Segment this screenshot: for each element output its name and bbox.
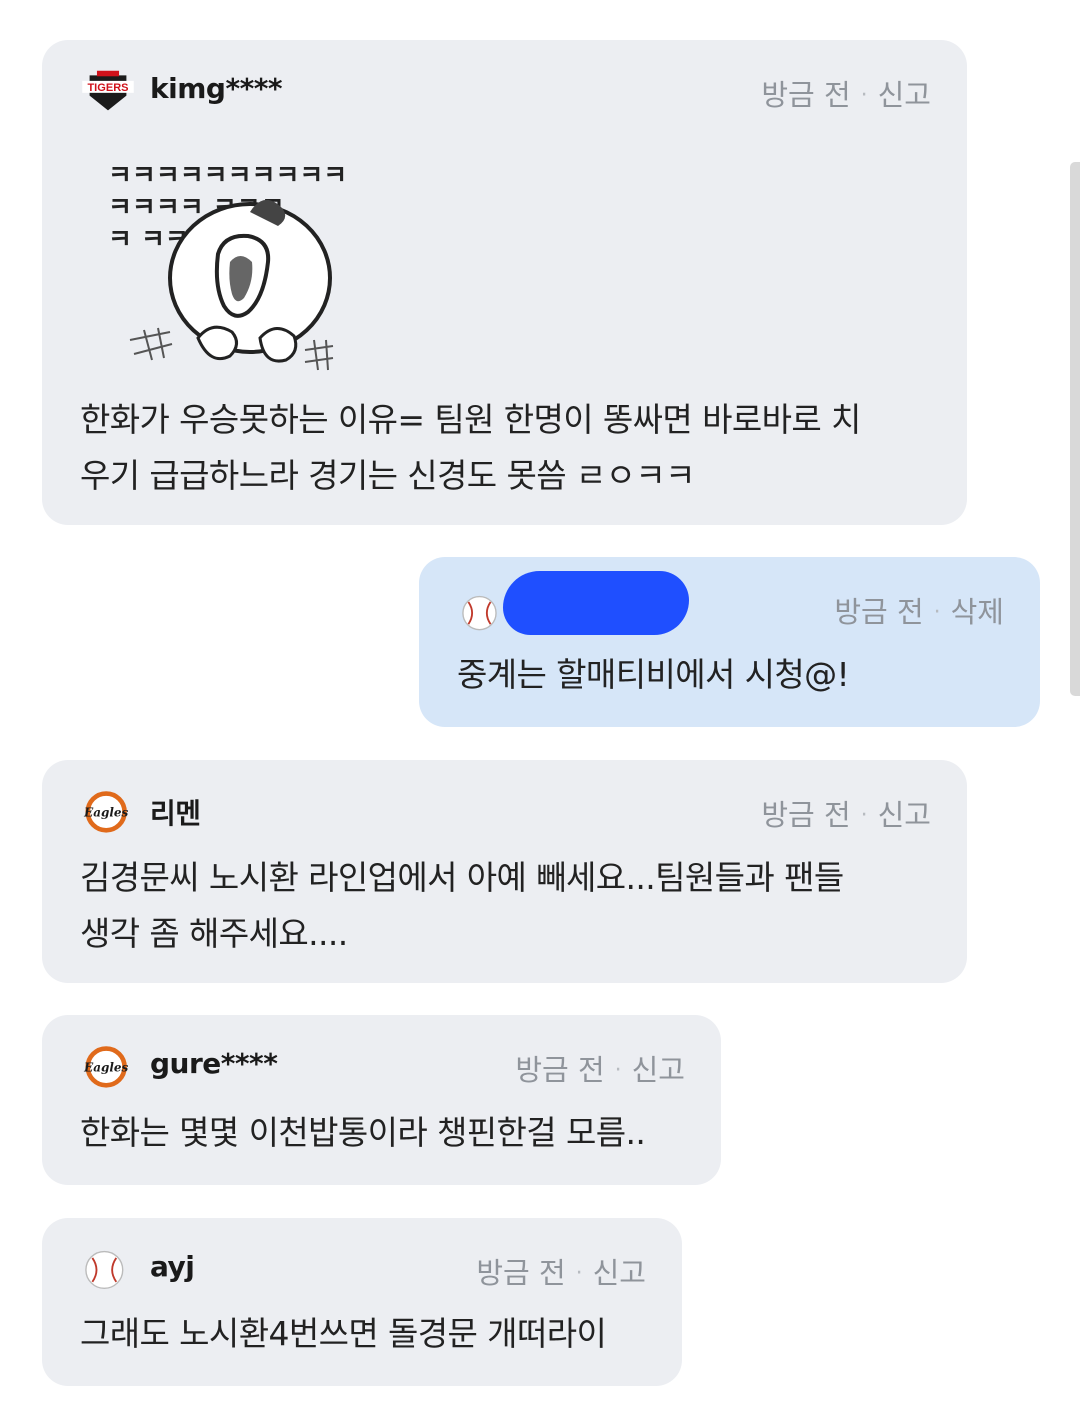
my-comment-card: 방금 전 · 삭제 중계는 할매티비에서 시청@! [419, 557, 1040, 727]
timestamp: 방금 전 [761, 78, 851, 112]
comment-card: TIGERS kimg**** 방금 전 · 신고 ㅋㅋㅋㅋㅋㅋㅋㅋㅋㅋ ㅋㅋㅋㅋ … [42, 40, 967, 525]
sticker-text-line: ㅋㅋㅋㅋㅋㅋㅋㅋㅋㅋ [108, 161, 347, 191]
comment-text: 중계는 할매티비에서 시청@! [457, 655, 850, 694]
laughing-sticker-image: ㅋㅋㅋㅋㅋㅋㅋㅋㅋㅋ ㅋㅋㅋㅋ ㅋㅋㅋ ㅋ ㅋㅋ [108, 161, 347, 371]
timestamp: 방금 전 [476, 1256, 566, 1290]
comment-text: 한화는 몇몇 이천밥통이라 챙핀한걸 모름.. [80, 1113, 646, 1152]
eagles-logo-text: Eagles [83, 806, 128, 820]
comment-card: Eagles gure**** 방금 전 · 신고 한화는 몇몇 이천밥통이라 챙핀… [42, 1015, 721, 1185]
username[interactable]: ayj [150, 1250, 195, 1283]
eagles-logo-icon: Eagles [83, 1046, 128, 1088]
comment-meta: 방금 전 · 신고 [476, 1256, 646, 1290]
comment-text: 김경문씨 노시환 라인업에서 아예 빼세요...팀원들과 팬들 생각 좀 해주세… [80, 858, 844, 953]
comment-text: 한화가 우승못하는 이유= 팀원 한명이 똥싸면 바로바로 치 우기 급급하느라… [80, 400, 861, 495]
delete-link[interactable]: 삭제 [951, 595, 1004, 629]
redacted-username [503, 571, 689, 635]
report-link[interactable]: 신고 [593, 1256, 646, 1290]
eagles-logo-text: Eagles [83, 1061, 128, 1075]
comment-header: TIGERS kimg**** 방금 전 · 신고 [80, 68, 931, 114]
comment-header: Eagles gure**** 방금 전 · 신고 [80, 1043, 685, 1089]
comment-meta: 방금 전 · 신고 [761, 798, 931, 832]
timestamp: 방금 전 [515, 1053, 605, 1087]
comment-header: ayj 방금 전 · 신고 [80, 1246, 646, 1292]
comment-card: Eagles 리멘 방금 전 · 신고 김경문씨 노시환 라인업에서 아예 빼세요.… [42, 760, 967, 983]
baseball-icon [85, 1250, 124, 1290]
tigers-logo-text: TIGERS [87, 82, 128, 94]
scrollbar[interactable] [1070, 162, 1080, 696]
username[interactable]: gure**** [150, 1047, 278, 1080]
comment-meta: 방금 전 · 신고 [761, 78, 931, 112]
comment-meta: 방금 전 · 삭제 [834, 595, 1004, 629]
comment-card: ayj 방금 전 · 신고 그래도 노시환4번쓰면 돌경문 개떠라이 [42, 1218, 682, 1386]
comment-text: 그래도 노시환4번쓰면 돌경문 개떠라이 [80, 1314, 607, 1353]
comment-header: Eagles 리멘 방금 전 · 신고 [80, 788, 931, 834]
username[interactable]: 리멘 [150, 792, 201, 832]
timestamp: 방금 전 [834, 595, 924, 629]
comment-header: 방금 전 · 삭제 [457, 571, 1004, 635]
timestamp: 방금 전 [761, 798, 851, 832]
username[interactable]: kimg**** [150, 72, 283, 105]
comment-meta: 방금 전 · 신고 [515, 1053, 685, 1087]
report-link[interactable]: 신고 [878, 798, 931, 832]
report-link[interactable]: 신고 [878, 78, 931, 112]
eagles-logo-icon: Eagles [83, 791, 128, 833]
tigers-logo-icon: TIGERS [82, 70, 134, 111]
report-link[interactable]: 신고 [632, 1053, 685, 1087]
